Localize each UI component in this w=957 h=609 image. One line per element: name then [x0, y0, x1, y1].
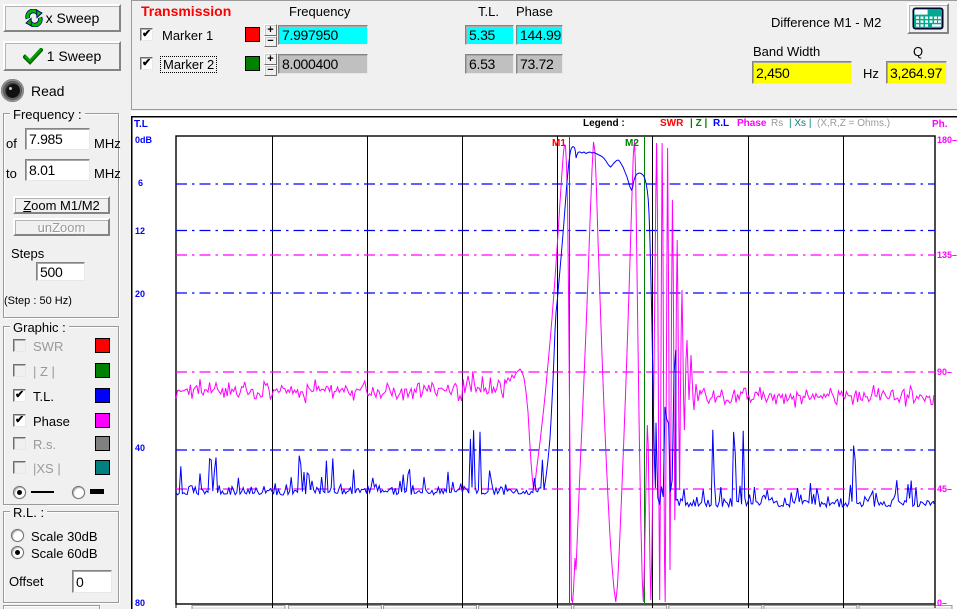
- svg-text:12: 12: [135, 226, 145, 236]
- svg-text:135–: 135–: [937, 250, 957, 260]
- svg-text:180–: 180–: [937, 135, 957, 145]
- svg-text:0dB: 0dB: [135, 135, 153, 145]
- svg-text:(X,R,Z = Ohms.): (X,R,Z = Ohms.): [817, 118, 890, 129]
- svg-text:R.L: R.L: [713, 118, 729, 129]
- svg-text:45–: 45–: [937, 484, 952, 494]
- svg-text:90–: 90–: [937, 367, 952, 377]
- svg-text:20: 20: [135, 289, 145, 299]
- svg-text:| Xs |: | Xs |: [789, 118, 811, 129]
- svg-text:Ph.: Ph.: [932, 119, 948, 130]
- svg-text:M1: M1: [552, 138, 566, 149]
- svg-text:| Z |: | Z |: [690, 118, 707, 129]
- svg-text:SWR: SWR: [660, 118, 684, 129]
- svg-text:Phase: Phase: [737, 118, 767, 129]
- svg-text:Legend :: Legend :: [583, 118, 625, 129]
- svg-text:M2: M2: [625, 138, 639, 149]
- svg-text:Rs: Rs: [771, 118, 783, 129]
- svg-text:0–: 0–: [937, 598, 947, 608]
- svg-text:40: 40: [135, 443, 145, 453]
- svg-text:6: 6: [138, 178, 143, 188]
- svg-text:80: 80: [135, 598, 145, 608]
- svg-text:T.L: T.L: [134, 119, 148, 130]
